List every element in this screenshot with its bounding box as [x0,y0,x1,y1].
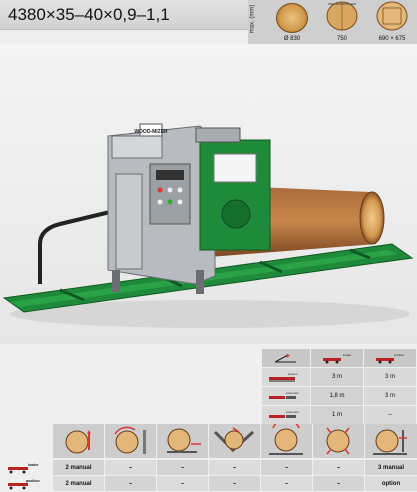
svg-text:position: position [394,353,405,357]
svg-text:loader: loader [28,463,39,467]
length-value: 1 m [311,406,363,424]
log-level-icon [313,424,364,458]
log-end-round-icon [276,3,308,33]
function-value: – [261,460,312,475]
dims-axis-label: max. (mm) [249,4,256,34]
function-value: – [105,460,156,475]
function-value: – [313,460,364,475]
log-clamp-icon [53,424,104,458]
page-title: 4380×35–40×0,9–1,1 [8,5,170,24]
extension2-icon: extension [262,406,310,424]
dim-width: 750 [318,0,366,44]
dim-cant: 690 × 675 [368,0,416,44]
length-value: 3 m [364,368,416,386]
function-value: – [209,460,260,475]
extension-icon: extension [262,387,310,405]
position-icon: position [364,349,416,367]
svg-text:position: position [26,479,40,483]
log-dog-icon [209,424,260,458]
brand-label: WOOD-MIZER [134,129,168,135]
function-value: option [365,476,417,491]
length-table: loader position section 3 m 3 m extensio… [262,349,417,425]
function-table: loader 2 manual – – – – – 3 manual posit… [0,418,417,492]
capacity-icon [262,349,310,367]
log-lifter-icon [157,424,208,458]
function-table-corner [0,424,52,458]
length-table-header: loader position [262,349,417,367]
length-value: 3 m [311,368,363,386]
function-value: 2 manual [53,476,104,491]
dim-diameter: Ø 830 [268,0,316,44]
svg-text:section: section [288,372,298,376]
log-cant-dim-icon [376,1,408,31]
title-bar: 4380×35–40×0,9–1,1 [0,0,248,30]
function-value: – [157,476,208,491]
svg-text:extension: extension [286,410,299,414]
function-value: 3 manual [365,460,417,475]
position-row-icon: position [0,476,52,491]
length-row: extension 1,8 m 3 m [262,387,417,405]
function-value: 2 manual [53,460,104,475]
svg-text:extension: extension [286,391,299,395]
length-value: 1,8 m [311,387,363,405]
log-rotate-icon [261,418,312,458]
length-row: section 3 m 3 m [262,368,417,386]
function-value: – [313,476,364,491]
log-cant-icon [365,424,417,458]
function-value: – [209,476,260,491]
svg-text:loader: loader [343,353,351,357]
log-width-icon [326,1,358,31]
function-value: – [105,476,156,491]
sawmill-photo: WOOD-MIZER [0,44,417,344]
section-icon: section [262,368,310,386]
length-value: 3 m [364,387,416,405]
length-row: extension 1 m – [262,406,417,424]
loader-row-icon: loader [0,460,52,475]
function-value: – [261,476,312,491]
function-row-loader: loader 2 manual – – – – – 3 manual [0,460,417,475]
loader-icon: loader [311,349,363,367]
length-value: – [364,406,416,424]
log-turner-icon [105,424,156,458]
function-value: – [157,460,208,475]
function-row-position: position 2 manual – – – – – option [0,476,417,491]
